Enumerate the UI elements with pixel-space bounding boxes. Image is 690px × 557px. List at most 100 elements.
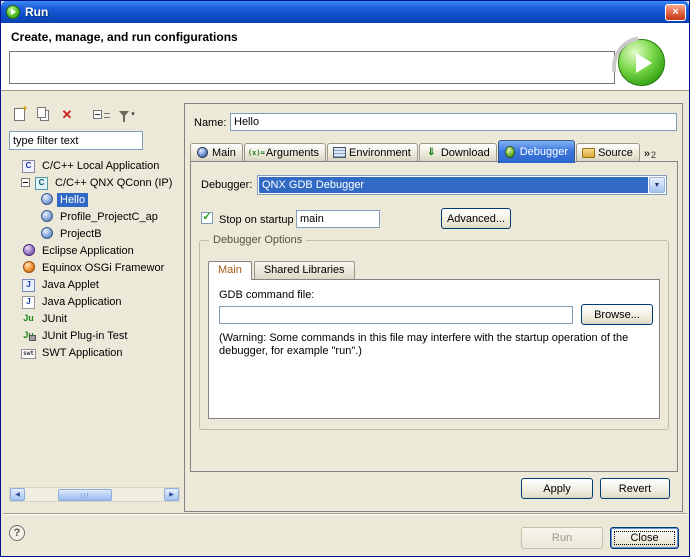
gdb-command-file-input[interactable]	[219, 306, 573, 324]
revert-button[interactable]: Revert	[600, 478, 670, 499]
tree-item-eclipse-application[interactable]: Eclipse Application	[9, 242, 180, 259]
header-subtitle: Create, manage, and run configurations	[11, 30, 238, 44]
scroll-left-button[interactable]: ◀	[10, 488, 25, 501]
apply-button[interactable]: Apply	[521, 478, 593, 499]
help-button[interactable]: ?	[9, 525, 25, 541]
tab-label: Environment	[349, 147, 411, 159]
tab-label: Main	[212, 147, 236, 159]
title-bar[interactable]: Run	[1, 1, 689, 23]
options-tab-main[interactable]: Main	[208, 261, 252, 280]
c-local-icon	[21, 159, 36, 172]
qnx-config-icon	[39, 193, 54, 206]
configuration-tree: C/C++ Local Application C/C++ QNX QConn …	[9, 157, 180, 485]
options-tab-label: Shared Libraries	[264, 264, 345, 276]
chevron-right-icon: »	[644, 149, 650, 160]
arguments-tab-icon	[250, 147, 263, 159]
main-tab-icon	[196, 147, 209, 159]
tab-label: Download	[441, 147, 490, 159]
junit-plugin-icon	[21, 329, 36, 342]
duplicate-configuration-button[interactable]	[33, 104, 53, 124]
run-wizard-banner-icon	[618, 39, 665, 86]
delete-configuration-button[interactable]: ✕	[57, 104, 77, 124]
options-tab-shared-libraries[interactable]: Shared Libraries	[254, 261, 355, 279]
configuration-tabs: Main Arguments Environment Download Debu…	[190, 137, 659, 162]
tree-item-java-applet[interactable]: Java Applet	[9, 276, 180, 293]
tree-item-label: Java Application	[39, 295, 125, 309]
tree-item-junit[interactable]: JUnit	[9, 310, 180, 327]
run-dialog-icon	[6, 5, 20, 19]
tree-item-label: Profile_ProjectC_ap	[57, 210, 161, 224]
run-button[interactable]: Run	[521, 527, 603, 549]
debugger-combo[interactable]: QNX GDB Debugger ▼	[257, 175, 667, 195]
eclipse-icon	[21, 244, 36, 257]
filter-input[interactable]	[9, 131, 143, 150]
tree-horizontal-scrollbar[interactable]: ◀ ▶	[9, 487, 180, 502]
tree-item-label: JUnit Plug-in Test	[39, 329, 130, 343]
tab-source[interactable]: Source	[576, 143, 640, 162]
tab-label: Source	[598, 147, 633, 159]
close-button[interactable]: Close	[610, 527, 679, 549]
tree-expander-collapse[interactable]	[21, 178, 30, 187]
tree-item-label: SWT Application	[39, 346, 126, 360]
debugger-combo-value: QNX GDB Debugger	[259, 177, 648, 193]
junit-icon	[21, 312, 36, 325]
duplicate-configuration-icon	[37, 107, 46, 118]
scroll-right-button[interactable]: ▶	[164, 488, 179, 501]
tab-label: Arguments	[266, 147, 319, 159]
tree-item-profile-project[interactable]: Profile_ProjectC_ap	[9, 208, 180, 225]
equinox-icon	[21, 261, 36, 274]
new-configuration-icon	[14, 108, 25, 121]
name-input[interactable]	[230, 113, 677, 131]
stop-on-startup-input[interactable]	[296, 210, 380, 228]
collapse-all-icon	[93, 110, 102, 119]
tab-overflow-count: 2	[651, 150, 656, 160]
tree-item-equinox-osgi[interactable]: Equinox OSGi Framewor	[9, 259, 180, 276]
new-configuration-button[interactable]	[9, 104, 29, 124]
filter-menu-button[interactable]: ▾	[113, 104, 141, 124]
debugger-tab-icon	[504, 146, 517, 158]
footer-separator	[3, 513, 687, 515]
run-dialog: Run × Create, manage, and run configurat…	[0, 0, 690, 557]
tree-item-projectb[interactable]: ProjectB	[9, 225, 180, 242]
source-tab-icon	[582, 147, 595, 159]
qnx-qconn-icon	[34, 176, 49, 189]
chevron-down-icon: ▾	[131, 110, 135, 118]
environment-tab-icon	[333, 147, 346, 159]
tree-item-java-application[interactable]: Java Application	[9, 293, 180, 310]
tree-item-label: ProjectB	[57, 227, 105, 241]
tab-label: Debugger	[520, 146, 568, 158]
options-main-tab-content: GDB command file: Browse... (Warning: So…	[208, 279, 660, 419]
browse-button[interactable]: Browse...	[581, 304, 653, 325]
stop-on-startup-checkbox[interactable]	[201, 212, 213, 224]
tab-debugger[interactable]: Debugger	[498, 140, 575, 163]
java-applet-icon	[21, 278, 36, 291]
configuration-panel: Name: Main Arguments Environment Downloa…	[184, 103, 683, 512]
filter-menu-icon	[119, 111, 129, 117]
tree-item-label: Equinox OSGi Framewor	[39, 261, 167, 275]
tree-item-junit-plugin-test[interactable]: JUnit Plug-in Test	[9, 327, 180, 344]
help-icon: ?	[14, 527, 21, 539]
qnx-config-icon	[39, 227, 54, 240]
tree-item-label: Eclipse Application	[39, 244, 137, 258]
tree-item-label: C/C++ Local Application	[39, 159, 162, 173]
tab-download[interactable]: Download	[419, 143, 497, 162]
message-area	[9, 51, 615, 84]
tab-arguments[interactable]: Arguments	[244, 143, 326, 162]
name-label: Name:	[194, 117, 226, 129]
collapse-all-button[interactable]	[87, 104, 107, 124]
scrollbar-thumb[interactable]	[58, 489, 112, 501]
debugger-options-tabs: Main Shared Libraries	[208, 258, 357, 279]
tree-item-label: JUnit	[39, 312, 70, 326]
tab-main[interactable]: Main	[190, 143, 243, 162]
tree-item-qnx-qconn[interactable]: C/C++ QNX QConn (IP)	[9, 174, 180, 191]
combo-dropdown-icon[interactable]: ▼	[649, 177, 665, 193]
tree-item-cpp-local[interactable]: C/C++ Local Application	[9, 157, 180, 174]
debugger-options-group: Debugger Options Main Shared Libraries G…	[199, 240, 669, 430]
tree-item-swt-application[interactable]: SWT Application	[9, 344, 180, 361]
java-application-icon	[21, 295, 36, 308]
tree-item-label: Hello	[57, 193, 88, 207]
advanced-button[interactable]: Advanced...	[441, 208, 511, 229]
tab-environment[interactable]: Environment	[327, 143, 418, 162]
tree-item-hello[interactable]: Hello	[9, 191, 180, 208]
close-window-button[interactable]: ×	[665, 4, 686, 21]
